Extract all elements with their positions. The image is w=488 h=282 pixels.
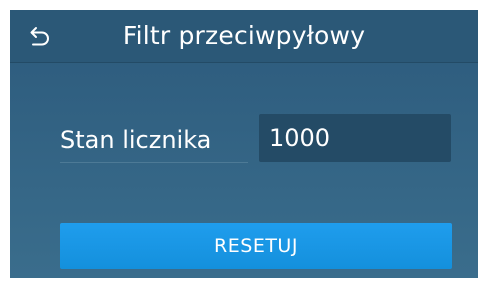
counter-label: Stan licznika	[60, 126, 212, 154]
undo-arrow-icon	[30, 27, 49, 46]
label-underline	[60, 162, 248, 163]
back-button[interactable]	[24, 22, 56, 52]
page-title: Filtr przeciwpyłowy	[122, 21, 366, 50]
counter-value-field: 1000	[259, 114, 451, 162]
header-bar: Filtr przeciwpyłowy	[10, 10, 478, 63]
filter-screen: Filtr przeciwpyłowy Stan licznika 1000 R…	[10, 10, 478, 278]
reset-button[interactable]: RESETUJ	[60, 223, 452, 269]
